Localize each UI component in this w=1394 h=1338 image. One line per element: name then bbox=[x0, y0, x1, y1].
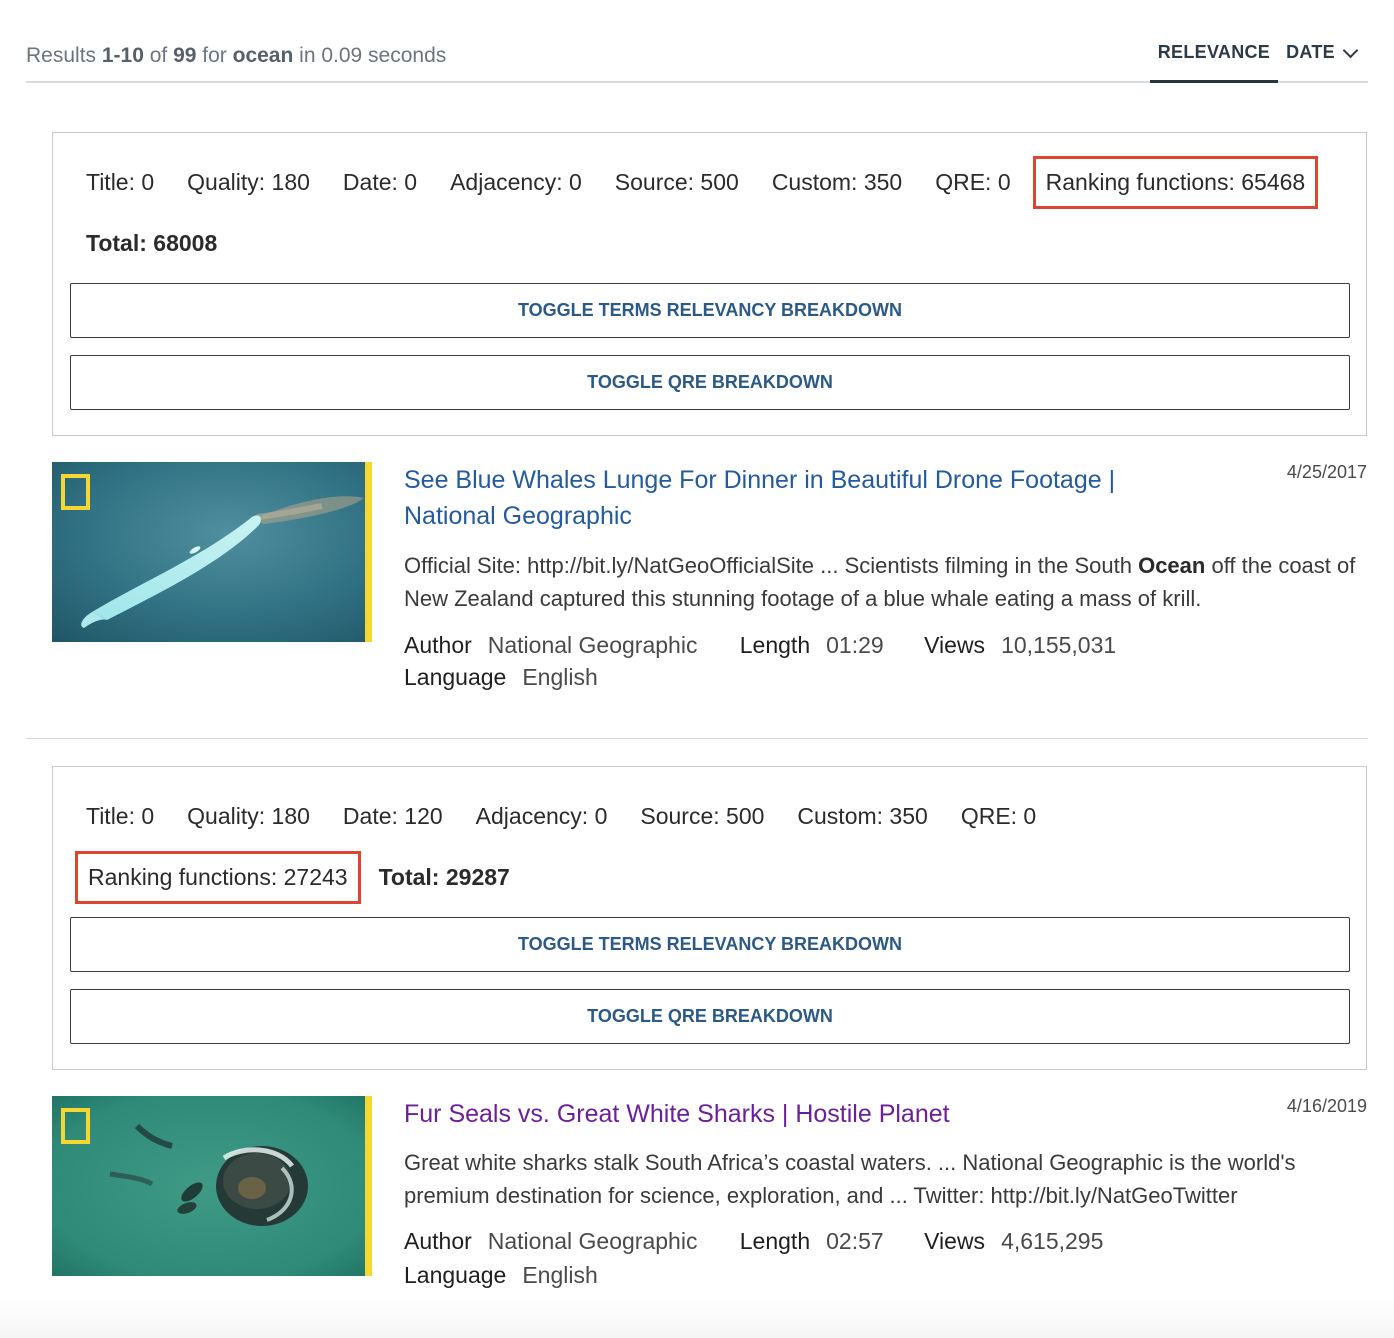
language-label: Language bbox=[404, 664, 507, 690]
views-value: 4,615,295 bbox=[1001, 1228, 1104, 1254]
score-source: Source: 500 bbox=[614, 168, 739, 195]
sort-date-label: DATE bbox=[1286, 42, 1335, 62]
result-snippet: Official Site: http://bit.ly/NatGeoOffic… bbox=[404, 553, 1356, 611]
length-label: Length bbox=[739, 632, 811, 658]
score-row: Title: 0 Quality: 180 Date: 0 Adjacency:… bbox=[53, 150, 1319, 214]
score-adjacency: Adjacency: 0 bbox=[475, 802, 608, 829]
result-separator bbox=[26, 738, 1368, 739]
seals-sharks-image bbox=[52, 1096, 372, 1276]
author-value: National Geographic bbox=[487, 1228, 698, 1254]
toggle-terms-relevancy-button[interactable]: TOGGLE TERMS RELEVANCY BREAKDOWN bbox=[70, 283, 1350, 338]
score-source: Source: 500 bbox=[640, 802, 765, 829]
results-summary-bar: Results 1-10 of 99 for ocean in 0.09 sec… bbox=[26, 38, 1368, 83]
thumbnail-accent bbox=[365, 1096, 372, 1276]
score-quality: Quality: 180 bbox=[187, 802, 310, 829]
relevance-debug-panel: Title: 0 Quality: 180 Date: 0 Adjacency:… bbox=[52, 132, 1367, 436]
result-title-link[interactable]: See Blue Whales Lunge For Dinner in Beau… bbox=[404, 462, 1164, 534]
score-total: Total: 68008 bbox=[86, 229, 218, 256]
blue-whale-image bbox=[52, 462, 372, 642]
result-thumbnail[interactable] bbox=[52, 1096, 372, 1276]
score-total-row: Ranking functions: 27243 Total: 29287 bbox=[53, 845, 510, 909]
result-meta-row: Author National Geographic Length 02:57 View… bbox=[404, 1228, 1103, 1255]
score-ranking-functions: Ranking functions: 27243 bbox=[75, 850, 361, 904]
score-custom: Custom: 350 bbox=[797, 802, 928, 829]
author-value: National Geographic bbox=[487, 632, 698, 658]
score-adjacency: Adjacency: 0 bbox=[450, 168, 582, 195]
result-item: 4/25/2017 See Blue Whales Lunge For Dinn… bbox=[52, 462, 1367, 702]
score-total-row: Total: 68008 bbox=[53, 225, 217, 261]
results-summary: Results 1-10 of 99 for ocean in 0.09 sec… bbox=[26, 44, 447, 67]
search-results-page: Results 1-10 of 99 for ocean in 0.09 sec… bbox=[0, 0, 1394, 1338]
views-value: 10,155,031 bbox=[1001, 632, 1117, 658]
result-language-row: Language English bbox=[404, 664, 598, 691]
relevance-debug-panel: Title: 0 Quality: 180 Date: 120 Adjacenc… bbox=[52, 766, 1367, 1070]
language-value: English bbox=[522, 664, 598, 690]
score-total: Total: 29287 bbox=[378, 863, 510, 890]
result-language-row: Language English bbox=[404, 1262, 598, 1289]
score-date: Date: 120 bbox=[342, 802, 443, 829]
chevron-down-icon bbox=[1342, 42, 1359, 59]
bottom-fade bbox=[0, 1298, 1394, 1338]
score-ranking-functions: Ranking functions: 65468 bbox=[1032, 155, 1319, 209]
toggle-terms-relevancy-button[interactable]: TOGGLE TERMS RELEVANCY BREAKDOWN bbox=[70, 917, 1350, 972]
sort-date-tab[interactable]: DATE bbox=[1278, 38, 1368, 81]
views-label: Views bbox=[924, 1228, 986, 1254]
views-label: Views bbox=[924, 632, 986, 658]
length-value: 02:57 bbox=[826, 1228, 884, 1254]
natgeo-logo-icon bbox=[61, 474, 90, 510]
sort-tabs: RELEVANCE DATE bbox=[1149, 38, 1368, 83]
result-snippet: Great white sharks stalk South Africa’s … bbox=[404, 1150, 1296, 1208]
result-thumbnail[interactable] bbox=[52, 462, 372, 642]
language-value: English bbox=[522, 1262, 598, 1288]
length-label: Length bbox=[739, 1228, 811, 1254]
result-title-link[interactable]: Fur Seals vs. Great White Sharks | Hosti… bbox=[404, 1096, 1164, 1132]
score-custom: Custom: 350 bbox=[771, 168, 903, 195]
toggle-qre-button[interactable]: TOGGLE QRE BREAKDOWN bbox=[70, 355, 1350, 410]
score-qre: QRE: 0 bbox=[935, 168, 1011, 195]
author-label: Author bbox=[404, 632, 472, 658]
thumbnail-accent bbox=[365, 462, 372, 642]
author-label: Author bbox=[404, 1228, 472, 1254]
score-title: Title: 0 bbox=[86, 802, 155, 829]
score-date: Date: 0 bbox=[342, 168, 418, 195]
score-qre: QRE: 0 bbox=[960, 802, 1037, 829]
result-meta-row: Author National Geographic Length 01:29 View… bbox=[404, 632, 1116, 659]
toggle-qre-button[interactable]: TOGGLE QRE BREAKDOWN bbox=[70, 989, 1350, 1044]
result-date: 4/25/2017 bbox=[1286, 462, 1367, 482]
score-row: Title: 0 Quality: 180 Date: 120 Adjacenc… bbox=[53, 784, 1036, 848]
score-title: Title: 0 bbox=[86, 168, 155, 195]
score-quality: Quality: 180 bbox=[187, 168, 310, 195]
result-date: 4/16/2019 bbox=[1286, 1096, 1367, 1116]
result-item: 4/16/2019 Fur Seals vs. Great White Shar… bbox=[52, 1096, 1367, 1296]
language-label: Language bbox=[404, 1262, 507, 1288]
length-value: 01:29 bbox=[826, 632, 884, 658]
sort-relevance-tab[interactable]: RELEVANCE bbox=[1149, 38, 1279, 83]
natgeo-logo-icon bbox=[61, 1108, 90, 1144]
